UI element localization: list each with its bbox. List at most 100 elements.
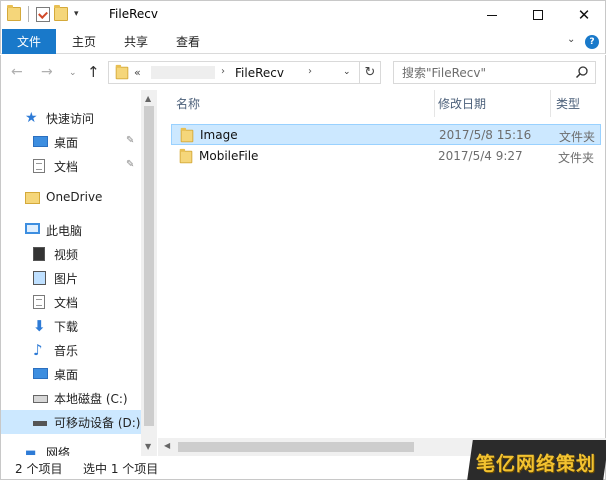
nav-item-label: 文档 — [54, 160, 79, 174]
nav-item-label: 桌面 — [54, 368, 79, 382]
new-folder-icon[interactable] — [54, 5, 68, 21]
nav-item-downloads[interactable]: ⬇ 下载 — [1, 314, 142, 338]
nav-item-label: OneDrive — [46, 190, 103, 204]
scroll-up-arrow-icon[interactable]: ▲ — [145, 94, 151, 103]
selection-count: 选中 1 个项目 — [83, 462, 159, 476]
nav-item-pictures[interactable]: 图片 — [1, 266, 142, 290]
nav-item-quick-access[interactable]: ★ 快速访问 — [1, 106, 142, 130]
onedrive-folder-icon — [25, 192, 40, 204]
window-title: FileRecv — [109, 7, 158, 21]
folder-icon — [179, 148, 193, 164]
nav-item-desktop[interactable]: 桌面 ✎ — [1, 130, 142, 154]
address-bar[interactable]: « › FileRecv › ⌄ — [108, 61, 360, 84]
music-note-icon: ♪ — [33, 341, 43, 359]
scroll-left-arrow-icon[interactable]: ◀ — [164, 441, 170, 450]
hard-drive-icon — [33, 395, 48, 403]
nav-item-label: 本地磁盘 (C:) — [54, 392, 128, 406]
up-arrow-icon[interactable]: ↑ — [87, 63, 100, 81]
column-header-type[interactable]: 类型 — [556, 90, 605, 117]
search-icon[interactable] — [575, 65, 589, 79]
title-bar: ▾ FileRecv ✕ — [0, 0, 606, 29]
item-count: 2 个项目 — [15, 462, 63, 476]
breadcrumb-overflow[interactable]: « — [134, 66, 141, 79]
column-header-name[interactable]: 名称 — [176, 90, 434, 117]
search-input[interactable] — [394, 62, 572, 83]
nav-item-documents[interactable]: 文档 ✎ — [1, 154, 142, 178]
help-button[interactable]: ? — [585, 35, 599, 49]
nav-item-documents-pc[interactable]: 文档 — [1, 290, 142, 314]
refresh-button[interactable]: ↻ — [360, 61, 381, 84]
pin-icon[interactable]: ✎ — [126, 159, 134, 170]
nav-item-removable-drive[interactable]: 可移动设备 (D:) — [1, 410, 142, 434]
tab-view[interactable]: 查看 — [167, 29, 209, 54]
file-type: 文件夹 — [559, 130, 596, 144]
quick-access-toolbar: ▾ — [7, 5, 79, 22]
back-arrow-icon[interactable]: ← — [11, 64, 23, 80]
column-divider[interactable] — [434, 90, 435, 117]
nav-item-local-disk[interactable]: 本地磁盘 (C:) — [1, 386, 142, 410]
file-date: 2017/5/8 15:16 — [439, 128, 532, 142]
navigation-bar: ← → ⌄ ↑ « › FileRecv › ⌄ ↻ — [0, 55, 606, 90]
nav-item-label: 可移动设备 (D:) — [54, 416, 141, 430]
folder-icon — [180, 127, 194, 143]
video-icon — [33, 247, 45, 261]
ribbon-tabs: 文件 主页 共享 查看 ⌄ ? — [0, 29, 606, 54]
address-dropdown-chevron-icon[interactable]: ⌄ — [343, 67, 351, 77]
properties-icon[interactable] — [36, 6, 50, 22]
nav-item-this-pc[interactable]: 此电脑 — [1, 218, 142, 242]
file-type: 文件夹 — [558, 151, 595, 165]
nav-item-videos[interactable]: 视频 — [1, 242, 142, 266]
tab-home[interactable]: 主页 — [63, 29, 105, 54]
file-list-pane: ^ 名称 修改日期 类型 Image 2017/5/8 15:16 文件夹 Mo… — [158, 90, 606, 456]
recent-locations-chevron-icon[interactable]: ⌄ — [69, 68, 77, 78]
watermark-text: 笔亿网络策划 — [476, 453, 597, 475]
minimize-button[interactable] — [469, 1, 515, 29]
usb-drive-icon — [33, 421, 47, 426]
scrollbar-thumb[interactable] — [178, 442, 414, 452]
nav-item-label: 此电脑 — [46, 224, 83, 238]
pin-icon[interactable]: ✎ — [126, 135, 134, 146]
download-arrow-icon: ⬇ — [33, 317, 46, 335]
breadcrumb-hidden-segment[interactable] — [151, 66, 215, 79]
breadcrumb-current[interactable]: FileRecv — [235, 66, 284, 80]
nav-item-label: 视频 — [54, 248, 79, 262]
breadcrumb-chevron-icon[interactable]: › — [221, 66, 225, 77]
document-icon — [33, 295, 45, 309]
tab-share[interactable]: 共享 — [115, 29, 157, 54]
file-date: 2017/5/4 9:27 — [438, 149, 523, 163]
column-header-date[interactable]: 修改日期 — [438, 90, 550, 117]
folder-icon — [7, 5, 21, 21]
scrollbar-thumb[interactable] — [144, 106, 154, 426]
customize-toolbar-chevron-icon[interactable]: ▾ — [74, 9, 79, 19]
tab-file[interactable]: 文件 — [2, 29, 56, 54]
file-row[interactable]: Image 2017/5/8 15:16 文件夹 — [171, 124, 601, 145]
forward-arrow-icon[interactable]: → — [41, 64, 53, 80]
toolbar-divider — [28, 6, 29, 22]
nav-item-onedrive[interactable]: OneDrive — [1, 186, 142, 210]
refresh-icon: ↻ — [364, 65, 376, 80]
nav-item-label: 桌面 — [54, 136, 79, 150]
maximize-icon — [533, 10, 543, 20]
nav-item-desktop-pc[interactable]: 桌面 — [1, 362, 142, 386]
scroll-down-arrow-icon[interactable]: ▼ — [145, 442, 151, 451]
nav-item-label: 下载 — [54, 320, 79, 334]
navigation-pane: ★ 快速访问 桌面 ✎ 文档 ✎ OneDrive 此电脑 视频 图片 文档 ⬇… — [0, 90, 157, 460]
search-box[interactable] — [393, 61, 596, 84]
nav-pane-scrollbar[interactable]: ▲ ▼ — [141, 90, 157, 456]
expand-ribbon-chevron-icon[interactable]: ⌄ — [567, 34, 575, 45]
nav-item-label: 图片 — [54, 272, 79, 286]
breadcrumb-chevron-icon[interactable]: › — [308, 66, 312, 77]
close-icon: ✕ — [577, 5, 591, 24]
nav-item-label: 文档 — [54, 296, 79, 310]
nav-item-label: 音乐 — [54, 344, 79, 358]
computer-icon — [25, 223, 40, 234]
close-button[interactable]: ✕ — [561, 1, 606, 29]
column-divider[interactable] — [550, 90, 551, 117]
maximize-button[interactable] — [515, 1, 561, 29]
desktop-icon — [33, 136, 48, 147]
picture-icon — [33, 271, 46, 285]
file-row[interactable]: MobileFile 2017/5/4 9:27 文件夹 — [171, 146, 601, 167]
star-icon: ★ — [25, 110, 38, 126]
nav-item-music[interactable]: ♪ 音乐 — [1, 338, 142, 362]
document-icon — [33, 159, 45, 173]
